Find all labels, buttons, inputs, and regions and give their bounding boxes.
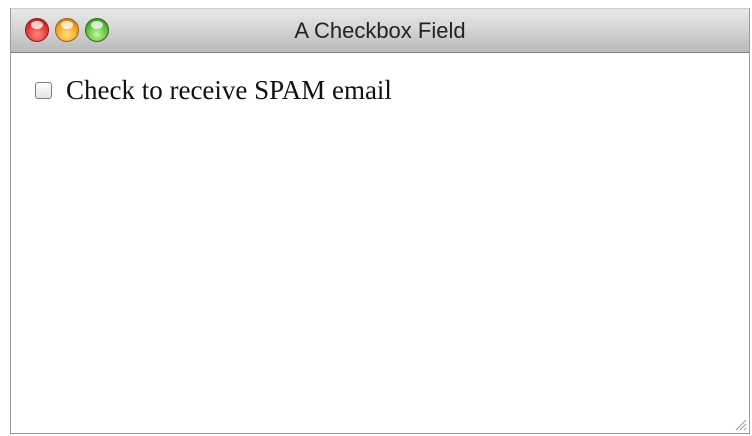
spam-checkbox-field: Check to receive SPAM email: [35, 75, 392, 106]
browser-window: A Checkbox Field Check to receive SPAM e…: [10, 8, 750, 434]
spam-checkbox[interactable]: [35, 82, 52, 99]
title-bar[interactable]: A Checkbox Field: [11, 8, 749, 53]
page-content: Check to receive SPAM email: [11, 53, 749, 433]
resize-grip-icon[interactable]: [733, 417, 747, 431]
window-title: A Checkbox Field: [294, 18, 466, 43]
checkbox-label[interactable]: Check to receive SPAM email: [66, 75, 392, 106]
